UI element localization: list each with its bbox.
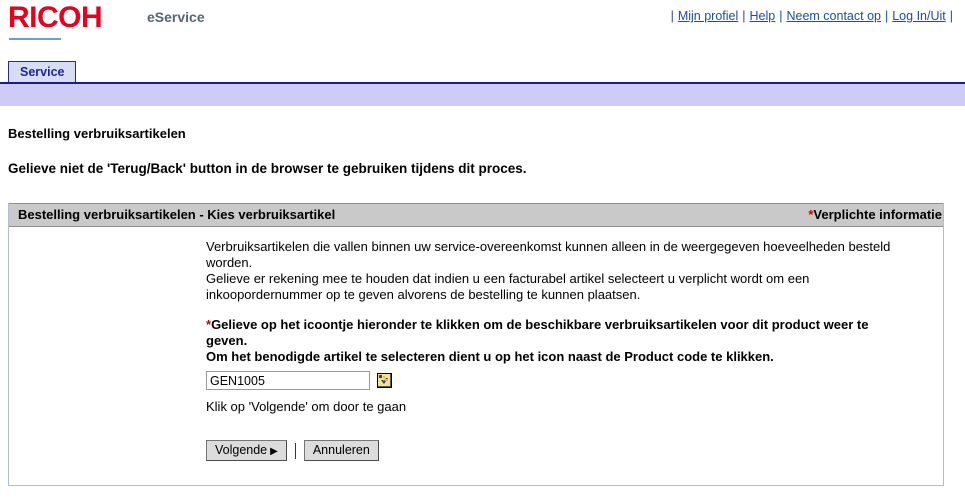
- required-information-note: *Verplichte informatie: [808, 207, 942, 222]
- next-step-hint: Klik op 'Volgende' om door te gaan: [206, 399, 407, 414]
- nav-link-mijn-profiel[interactable]: Mijn profiel: [678, 9, 738, 23]
- nav-link-neem-contact-op[interactable]: Neem contact op: [786, 9, 881, 23]
- instruction-line-1: Gelieve op het icoontje hieronder te kli…: [206, 317, 869, 348]
- nav-separator: |: [779, 9, 783, 23]
- top-navigation: | Mijn profiel | Help | Neem contact op | Log I…: [667, 9, 957, 23]
- instruction-block: *Gelieve op het icoontje hieronder te kl…: [206, 317, 906, 365]
- instruction-line-2: Om het benodigde artikel te selecteren d…: [206, 349, 774, 364]
- info-paragraph-2: Gelieve er rekening mee te houden dat in…: [206, 271, 810, 302]
- content-column: Verbruiksartikelen die vallen binnen uw …: [206, 239, 906, 461]
- next-arrow-icon: ▶: [270, 446, 278, 457]
- action-buttons-row: Volgende ▶ Annuleren: [206, 440, 906, 461]
- nav-separator: |: [949, 9, 953, 23]
- info-paragraph-1: Verbruiksartikelen die vallen binnen uw …: [206, 239, 891, 270]
- button-separator: [294, 442, 296, 459]
- product-lookup-icon[interactable]: [377, 373, 392, 388]
- ricoh-logo: RICOH: [8, 1, 103, 34]
- page-warning-message: Gelieve niet de 'Terug/Back' button in d…: [8, 161, 527, 176]
- panel-title: Bestelling verbruiksartikelen - Kies ver…: [18, 207, 336, 222]
- nav-link-log-in-uit[interactable]: Log In/Uit: [892, 9, 946, 23]
- logo-underline: [9, 38, 61, 40]
- consumables-panel: Bestelling verbruiksartikelen - Kies ver…: [8, 203, 944, 486]
- nav-separator: |: [670, 9, 674, 23]
- nav-separator: |: [742, 9, 746, 23]
- panel-header: Bestelling verbruiksartikelen - Kies ver…: [9, 203, 943, 227]
- app-name: eService: [147, 9, 205, 25]
- panel-body: Verbruiksartikelen die vallen binnen uw …: [9, 227, 943, 485]
- product-code-field-row: [206, 371, 906, 390]
- required-information-label: Verplichte informatie: [813, 207, 942, 222]
- next-button[interactable]: Volgende ▶: [206, 440, 287, 461]
- tab-bottom-rule: [0, 82, 965, 84]
- nav-link-help[interactable]: Help: [750, 9, 776, 23]
- site-header: RICOH eService | Mijn profiel | Help | Neem c…: [0, 0, 965, 48]
- page-title: Bestelling verbruiksartikelen: [8, 126, 186, 141]
- sub-navigation-bar: [0, 84, 965, 106]
- tab-service[interactable]: Service: [8, 61, 77, 82]
- tab-strip: Service: [0, 61, 965, 84]
- nav-separator: |: [884, 9, 889, 23]
- next-button-label: Volgende: [215, 443, 268, 457]
- product-code-input[interactable]: [206, 371, 370, 390]
- cancel-button[interactable]: Annuleren: [303, 440, 379, 461]
